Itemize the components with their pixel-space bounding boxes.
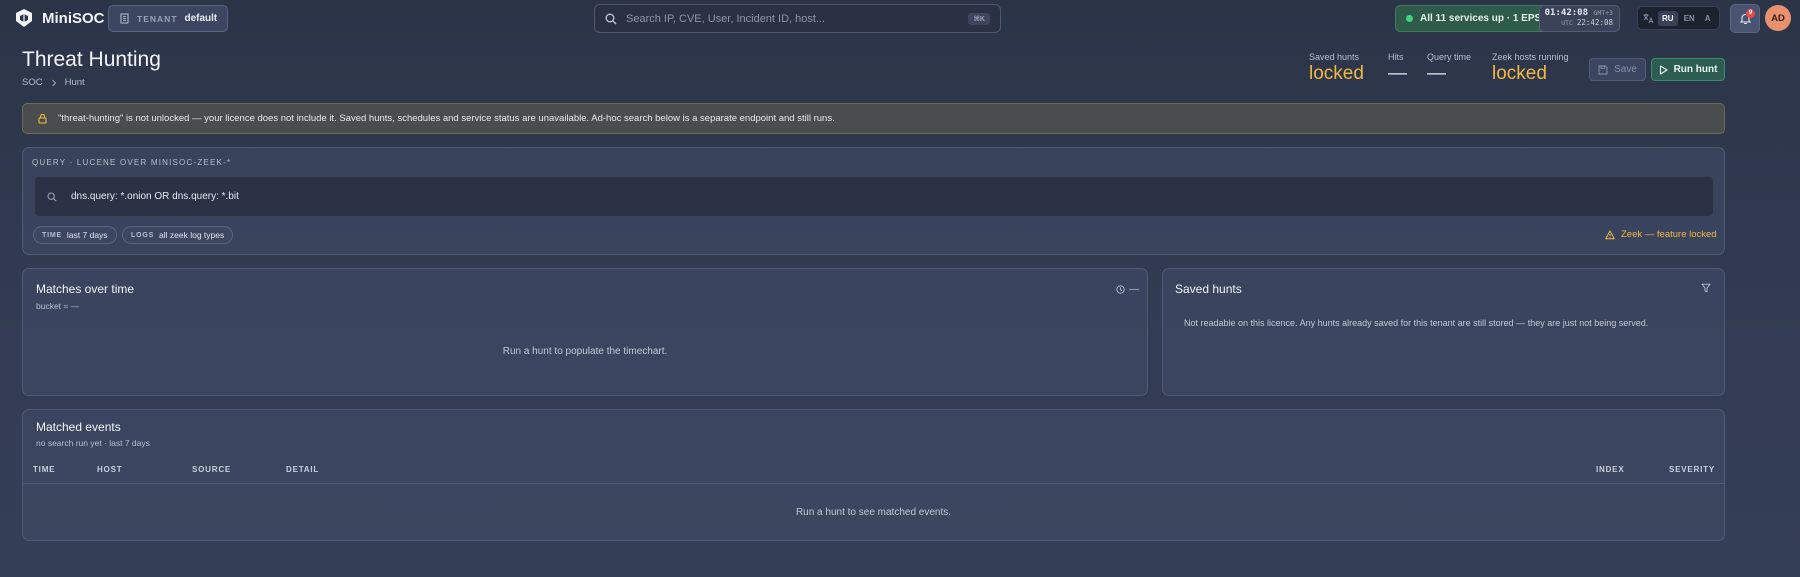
chip-key: LOGS: [131, 231, 155, 239]
app-name: MiniSOC: [42, 9, 105, 27]
breadcrumb-soc[interactable]: SOC: [22, 77, 43, 88]
notification-count: 9: [1746, 9, 1755, 18]
stat-label: Saved hunts: [1309, 52, 1360, 62]
shield-cube-icon: [16, 9, 32, 27]
services-status[interactable]: All 11 services up · 1 EPS: [1395, 5, 1553, 32]
run-hunt-button[interactable]: Run hunt: [1651, 58, 1725, 81]
matched-events-title: Matched events: [36, 420, 121, 434]
matches-over-time-panel: [22, 268, 1148, 396]
stat-value: —: [1427, 63, 1446, 84]
matched-events-subtitle: no search run yet · last 7 days: [36, 438, 150, 448]
saved-hunts-message: Not readable on this licence. Any hunts …: [1184, 318, 1649, 328]
table-header-divider: [23, 483, 1724, 484]
run-label: Run hunt: [1673, 64, 1718, 75]
query-text[interactable]: dns.query: *.onion OR dns.query: *.bit: [71, 191, 239, 202]
stat-saved-hunts: Saved hunts locked: [1309, 52, 1364, 85]
breadcrumb-hunt: Hunt: [64, 77, 85, 88]
stat-value: locked: [1492, 63, 1547, 84]
bucket-control[interactable]: —: [1116, 284, 1139, 295]
stat-label: Query time: [1427, 52, 1472, 62]
warning-triangle-icon: [1605, 230, 1615, 239]
local-time: 01:42:08: [1544, 8, 1588, 18]
save-label: Save: [1614, 64, 1637, 75]
stat-value: —: [1388, 63, 1407, 84]
stat-label: Zeek hosts running: [1492, 52, 1569, 62]
bucket-value: —: [1129, 284, 1139, 295]
stat-label: Hits: [1388, 52, 1404, 62]
matches-bucket: bucket = —: [36, 301, 80, 311]
play-icon: [1659, 64, 1668, 75]
query-input[interactable]: dns.query: *.onion OR dns.query: *.bit: [34, 176, 1714, 217]
licence-warning: "threat-hunting" is not unlocked — your …: [22, 103, 1725, 134]
column-host[interactable]: HOST: [97, 465, 122, 474]
matched-events-panel: [22, 409, 1725, 541]
save-button[interactable]: Save: [1589, 58, 1646, 81]
stat-query-time: Query time —: [1427, 52, 1471, 85]
matches-title: Matches over time: [36, 282, 135, 296]
zeek-notice-text: Zeek — feature locked: [1621, 229, 1717, 240]
column-index[interactable]: INDEX: [1596, 465, 1624, 474]
stat-zeek-hosts: Zeek hosts running locked: [1492, 52, 1569, 85]
chip-value: all zeek log types: [159, 230, 225, 240]
page-title: Threat Hunting: [22, 48, 161, 71]
lang-ru[interactable]: RU: [1658, 10, 1678, 26]
breadcrumb: SOC Hunt: [22, 77, 85, 88]
stat-hits: Hits —: [1388, 52, 1407, 85]
search-icon: [605, 13, 617, 24]
user-avatar[interactable]: AD: [1765, 5, 1791, 31]
time-range-chip[interactable]: TIME last 7 days: [33, 226, 117, 244]
utc-label: UTC: [1561, 19, 1573, 27]
events-empty: Run a hunt to see matched events.: [795, 507, 952, 518]
clock-icon: [1116, 285, 1125, 294]
search-shortcut: ⌘K: [968, 12, 990, 25]
search-input[interactable]: Search IP, CVE, User, Incident ID, host.…: [626, 13, 959, 25]
stat-value: locked: [1309, 63, 1364, 84]
lock-icon: [38, 113, 47, 124]
app-logo[interactable]: MiniSOC: [14, 8, 105, 28]
query-label: QUERY · LUCENE OVER MINISOC-ZEEK-*: [32, 158, 232, 167]
saved-hunts-panel: [1162, 268, 1725, 396]
floppy-icon: [1598, 65, 1608, 74]
lang-a[interactable]: A: [1701, 11, 1715, 26]
column-source[interactable]: SOURCE: [192, 465, 231, 474]
status-dot: [1406, 15, 1413, 22]
notifications-button[interactable]: 9: [1730, 4, 1760, 33]
building-icon: [120, 13, 129, 24]
tenant-value: default: [184, 13, 218, 24]
tenant-selector[interactable]: TENANT default: [108, 5, 229, 32]
utc-time: 22:42:08: [1576, 18, 1613, 27]
column-severity[interactable]: SEVERITY: [1669, 465, 1715, 474]
log-types-chip[interactable]: LOGS all zeek log types: [122, 226, 234, 244]
column-detail[interactable]: DETAIL: [286, 465, 319, 474]
tenant-label: TENANT: [137, 13, 178, 24]
warning-text: "threat-hunting" is not unlocked — your …: [58, 113, 835, 124]
language-switcher[interactable]: RU EN A: [1637, 6, 1720, 30]
column-time[interactable]: TIME: [33, 465, 55, 474]
chip-value: last 7 days: [66, 230, 108, 240]
chip-key: TIME: [42, 231, 62, 239]
saved-hunts-title: Saved hunts: [1175, 282, 1242, 296]
zeek-locked-notice: Zeek — feature locked: [1605, 229, 1717, 240]
timechart-empty: Run a hunt to populate the timechart.: [502, 346, 668, 357]
filter-icon[interactable]: [1701, 283, 1711, 293]
status-text: All 11 services up · 1 EPS: [1420, 13, 1542, 24]
local-zone: GMT+3: [1593, 9, 1613, 17]
clock: 01:42:08 GMT+3 UTC 22:42:08: [1539, 5, 1620, 32]
global-search[interactable]: Search IP, CVE, User, Incident ID, host.…: [594, 4, 1001, 33]
chevron-right-icon: [51, 79, 56, 86]
search-icon: [47, 191, 57, 202]
lang-en[interactable]: EN: [1680, 11, 1699, 26]
translate-icon: [1643, 13, 1654, 24]
